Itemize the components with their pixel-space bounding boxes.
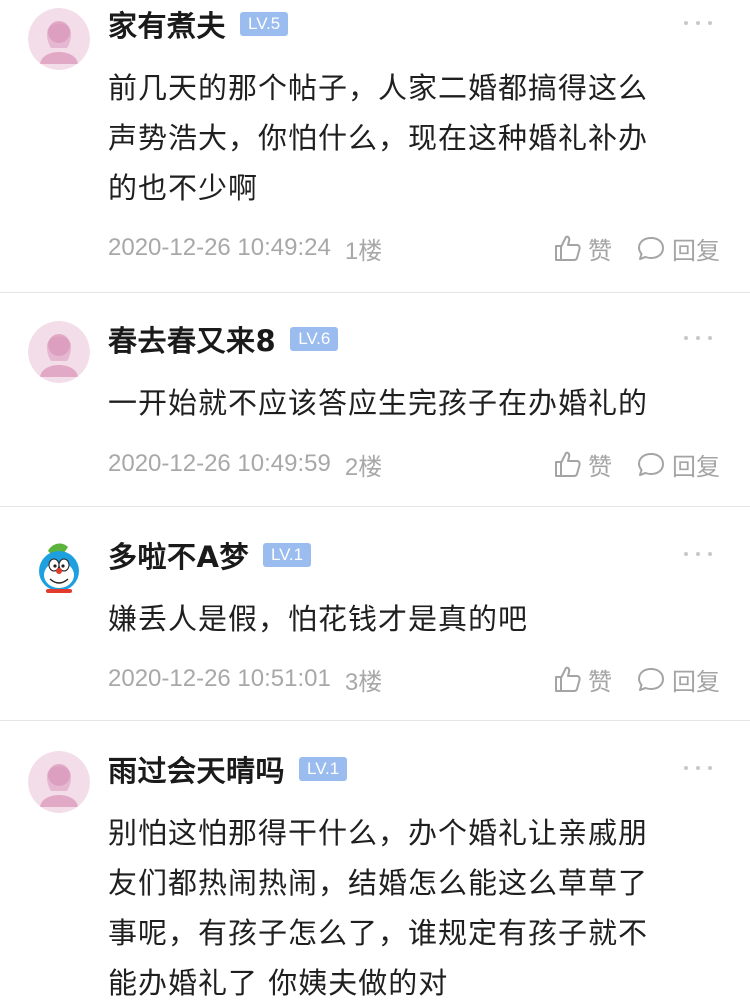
like-label: 赞	[588, 236, 612, 265]
comment-timestamp: 2020-12-26 10:49:24	[108, 234, 331, 261]
comment-line: 别怕这怕那得干什么，办个婚礼让亲戚朋	[108, 816, 649, 850]
user-avatar[interactable]	[28, 321, 90, 383]
comment-timestamp: 2020-12-26 10:49:59	[108, 450, 331, 477]
level-badge: LV.1	[299, 757, 348, 781]
like-button[interactable]: 赞	[552, 662, 612, 697]
username[interactable]: 雨过会天晴吗	[108, 748, 285, 790]
speech-bubble-icon	[638, 237, 664, 260]
floor-number: 3楼	[344, 668, 383, 696]
comment-line: 友们都热闹热闹，结婚怎么能这么草草了	[108, 866, 649, 900]
speech-bubble-icon	[638, 453, 664, 476]
user-avatar[interactable]	[28, 537, 90, 599]
thumbs-up-icon	[555, 235, 581, 261]
floor-number: 1楼	[344, 237, 383, 265]
level-badge: LV.5	[240, 12, 289, 36]
comment-text: 前几天的那个帖子，人家二婚都搞得这么 声势浩大，你怕什么，现在这种婚礼补办 的也…	[108, 63, 710, 213]
comment-item: 多啦不A梦 LV.1 嫌丢人是假，怕花钱才是真的吧 2020-12-26 10:…	[0, 506, 750, 720]
thumbs-up-icon	[555, 666, 581, 692]
username[interactable]: 多啦不A梦	[108, 534, 249, 576]
reply-label: 回复	[672, 667, 720, 696]
comment-line: 能办婚礼了 你姨夫做的对	[108, 966, 449, 1000]
like-label: 赞	[588, 452, 612, 481]
comment-line: 的也不少啊	[108, 171, 259, 205]
level-badge: LV.6	[290, 327, 339, 351]
comment-text: 别怕这怕那得干什么，办个婚礼让亲戚朋 友们都热闹热闹，结婚怎么能这么草草了 事呢…	[108, 808, 710, 1008]
more-options-icon[interactable]	[684, 763, 712, 773]
username[interactable]: 家有煮夫	[108, 3, 226, 45]
user-avatar[interactable]	[28, 751, 90, 813]
comment-timestamp: 2020-12-26 10:51:01	[108, 665, 331, 692]
more-options-icon[interactable]	[684, 333, 712, 343]
comment-text: 嫌丢人是假，怕花钱才是真的吧	[108, 594, 710, 644]
comment-line: 一开始就不应该答应生完孩子在办婚礼的	[108, 386, 649, 420]
level-badge: LV.1	[262, 543, 312, 567]
comment-item: 春去春又来8 LV.6 一开始就不应该答应生完孩子在办婚礼的 2020-12-2…	[0, 292, 750, 506]
comment-item: 家有煮夫 LV.5 前几天的那个帖子，人家二婚都搞得这么 声势浩大，你怕什么，现…	[0, 0, 750, 292]
comment-text: 一开始就不应该答应生完孩子在办婚礼的	[108, 378, 710, 428]
reply-button[interactable]: 回复	[636, 447, 720, 482]
comment-line: 声势浩大，你怕什么，现在这种婚礼补办	[108, 121, 649, 155]
username[interactable]: 春去春又来8	[108, 318, 276, 360]
comment-line: 事呢，有孩子怎么了，谁规定有孩子就不	[108, 916, 649, 950]
comment-item: 雨过会天晴吗 LV.1 别怕这怕那得干什么，办个婚礼让亲戚朋 友们都热闹热闹，结…	[0, 720, 750, 1003]
more-options-icon[interactable]	[684, 18, 712, 28]
reply-label: 回复	[672, 452, 720, 481]
reply-button[interactable]: 回复	[636, 662, 720, 697]
like-button[interactable]: 赞	[552, 231, 612, 266]
comment-line: 嫌丢人是假，怕花钱才是真的吧	[108, 602, 529, 636]
like-button[interactable]: 赞	[552, 447, 612, 482]
floor-number: 2楼	[344, 453, 383, 481]
reply-button[interactable]: 回复	[636, 231, 720, 266]
comment-line: 前几天的那个帖子，人家二婚都搞得这么	[108, 71, 649, 105]
like-label: 赞	[588, 667, 612, 696]
thumbs-up-icon	[555, 451, 581, 477]
reply-label: 回复	[672, 236, 720, 265]
speech-bubble-icon	[638, 668, 664, 691]
more-options-icon[interactable]	[684, 549, 712, 559]
user-avatar[interactable]	[28, 8, 90, 70]
